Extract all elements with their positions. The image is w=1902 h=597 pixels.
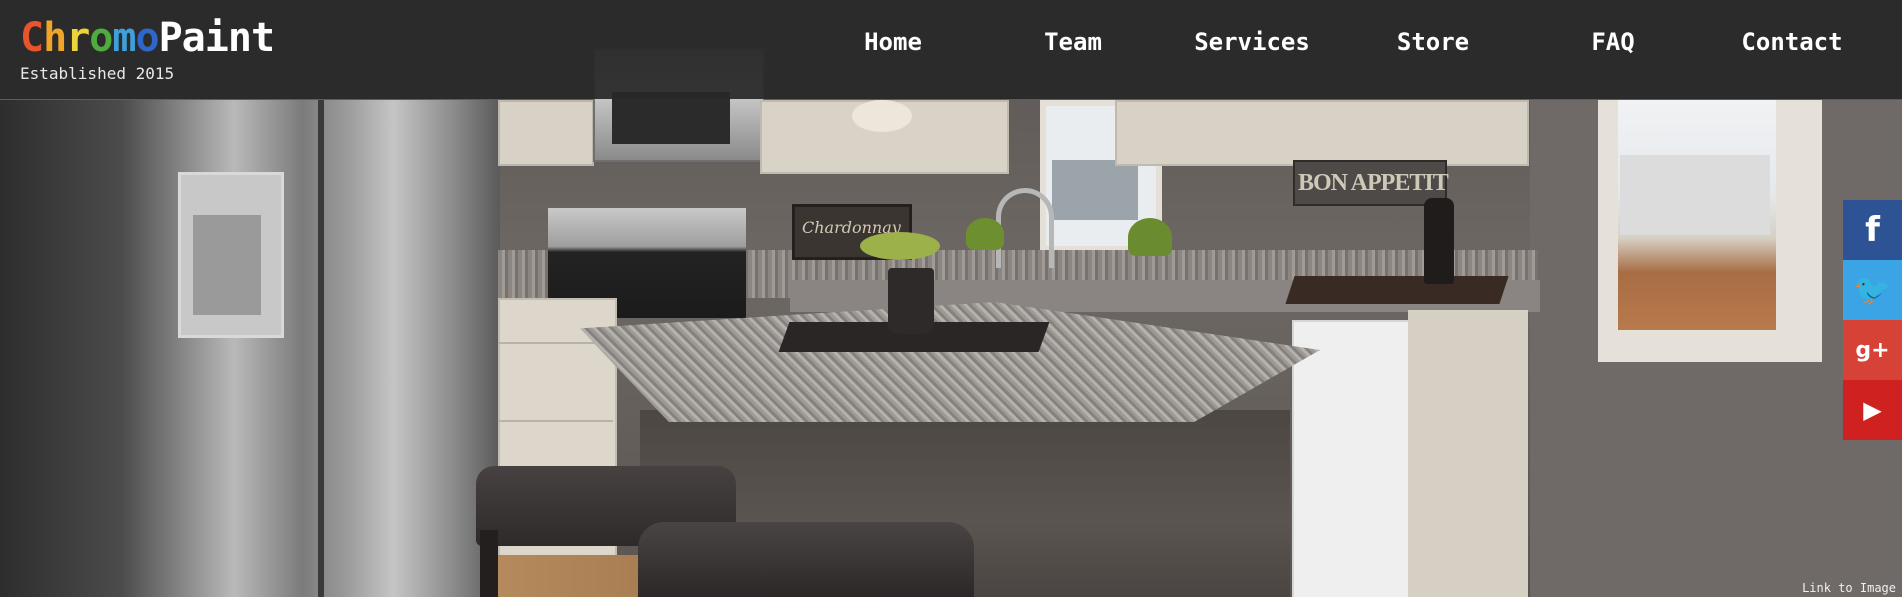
dishwasher <box>1292 320 1411 597</box>
orchid-flower <box>852 100 912 132</box>
nav-home[interactable]: Home <box>864 28 922 56</box>
main-nav: Home Team Services Store FAQ Contact <box>0 28 1902 68</box>
refrigerator-door-gap <box>318 100 324 597</box>
wine-bottle <box>1424 198 1454 284</box>
bar-stool <box>638 522 974 597</box>
twitter-button[interactable]: 🐦 <box>1843 260 1902 320</box>
google-plus-icon: g+ <box>1855 337 1890 363</box>
faucet <box>996 188 1054 268</box>
nav-team[interactable]: Team <box>1044 28 1102 56</box>
site-header: ChromoPaint Established 2015 Home Team S… <box>0 0 1902 99</box>
refrigerator <box>120 100 500 597</box>
facebook-icon: f <box>1865 210 1880 250</box>
link-to-image[interactable]: Link to Image <box>1802 581 1896 595</box>
drawer-line <box>498 420 613 422</box>
orchid-leaves <box>860 232 940 260</box>
neighbor-house <box>1620 155 1770 235</box>
youtube-button[interactable]: ▶ <box>1843 380 1902 440</box>
wall-sign-text: BON APPETIT <box>1298 170 1449 196</box>
google-plus-button[interactable]: g+ <box>1843 320 1902 380</box>
facebook-button[interactable]: f <box>1843 200 1902 260</box>
social-bar: f 🐦 g+ ▶ <box>1843 200 1902 440</box>
nav-store[interactable]: Store <box>1397 28 1469 56</box>
island-countertop <box>580 302 1320 422</box>
nav-services[interactable]: Services <box>1194 28 1310 56</box>
neighbor-house <box>1052 160 1138 220</box>
serving-tray <box>1285 276 1509 304</box>
vase <box>888 268 934 334</box>
upper-cabinet <box>498 100 594 166</box>
doorway-frame <box>0 100 120 597</box>
water-dispenser-recess <box>193 215 261 315</box>
twitter-icon: 🐦 <box>1853 272 1892 308</box>
potted-plant <box>1128 218 1172 256</box>
potted-plant <box>966 218 1004 250</box>
upper-cabinet <box>1115 100 1529 166</box>
youtube-icon: ▶ <box>1863 396 1882 424</box>
microwave-door <box>612 92 730 144</box>
nav-faq[interactable]: FAQ <box>1591 28 1634 56</box>
nav-contact[interactable]: Contact <box>1741 28 1842 56</box>
lower-cabinet <box>1408 310 1528 597</box>
